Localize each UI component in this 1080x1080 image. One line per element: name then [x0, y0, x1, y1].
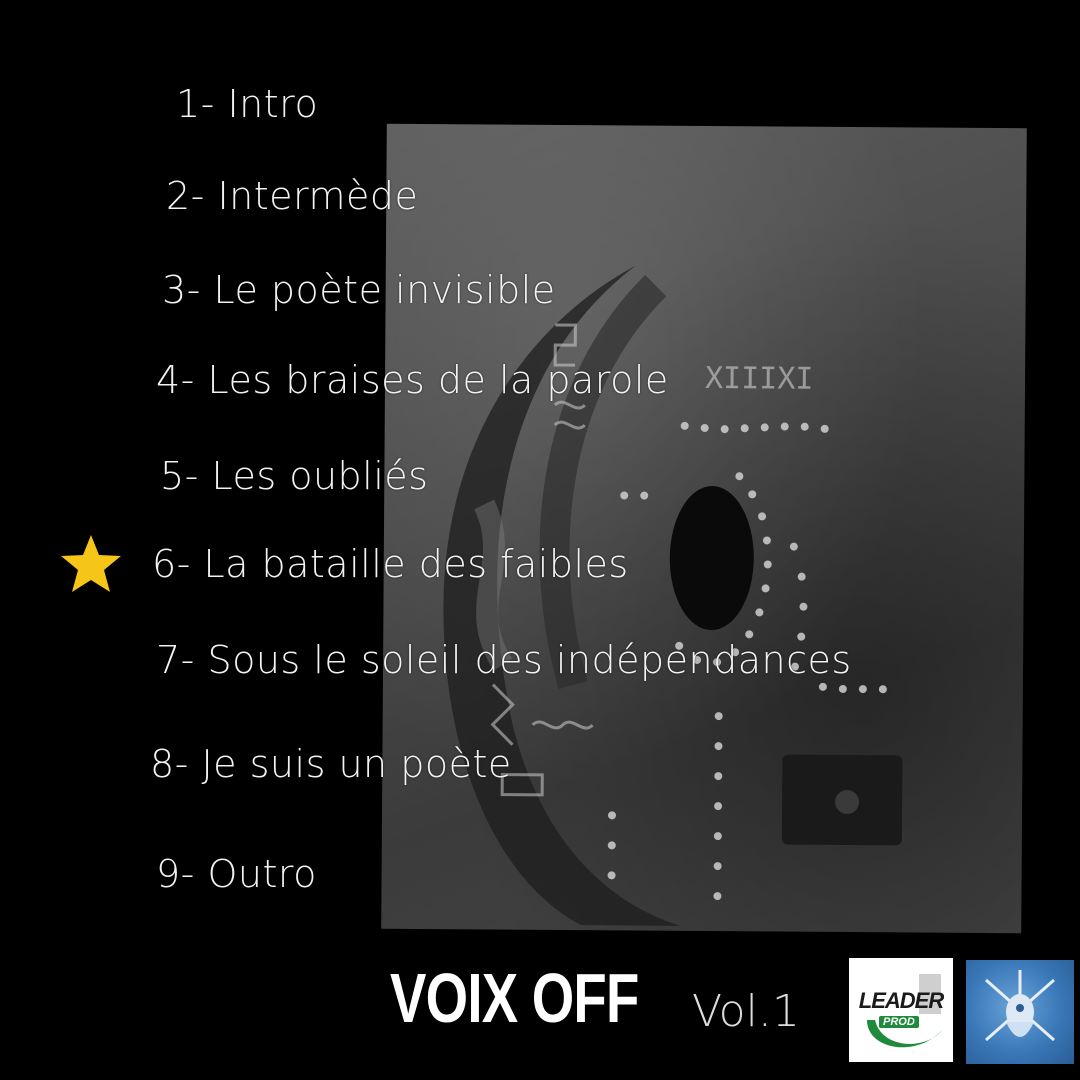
star-icon	[61, 535, 121, 592]
track-3[interactable]: 3- Le poète invisible	[162, 268, 556, 312]
artwork-painting: XIIIXI	[443, 265, 903, 926]
swoosh-icon	[867, 974, 942, 1048]
track-6[interactable]: 6- La bataille des faibles	[152, 542, 629, 586]
track-7[interactable]: 7- Sous le soleil des indépendances	[156, 638, 852, 682]
emblem-figure-icon	[985, 970, 1055, 1042]
leader-prod-logo: LEADER PROD	[849, 958, 953, 1062]
cover-artwork: XIIIXI	[381, 123, 1027, 934]
track-2[interactable]: 2- Intermède	[166, 174, 418, 218]
album-volume: Vol.1	[692, 986, 800, 1037]
album-title: VOIX OFF	[390, 959, 639, 1037]
blue-emblem-logo	[966, 960, 1074, 1064]
leader-logo-text: LEADER	[858, 988, 944, 1013]
track-8[interactable]: 8- Je suis un poète	[150, 742, 512, 786]
track-4[interactable]: 4- Les braises de la parole	[156, 358, 669, 402]
track-5[interactable]: 5- Les oubliés	[160, 454, 428, 498]
svg-text:XIIIXI: XIIIXI	[705, 361, 814, 397]
track-1[interactable]: 1- Intro	[176, 82, 318, 126]
leader-logo-subtext: PROD	[879, 1016, 919, 1028]
album-back-cover: XIIIXI 1- Intro 2- Intermède 3- Le poète…	[0, 0, 1080, 1080]
track-9[interactable]: 9- Outro	[156, 852, 317, 896]
